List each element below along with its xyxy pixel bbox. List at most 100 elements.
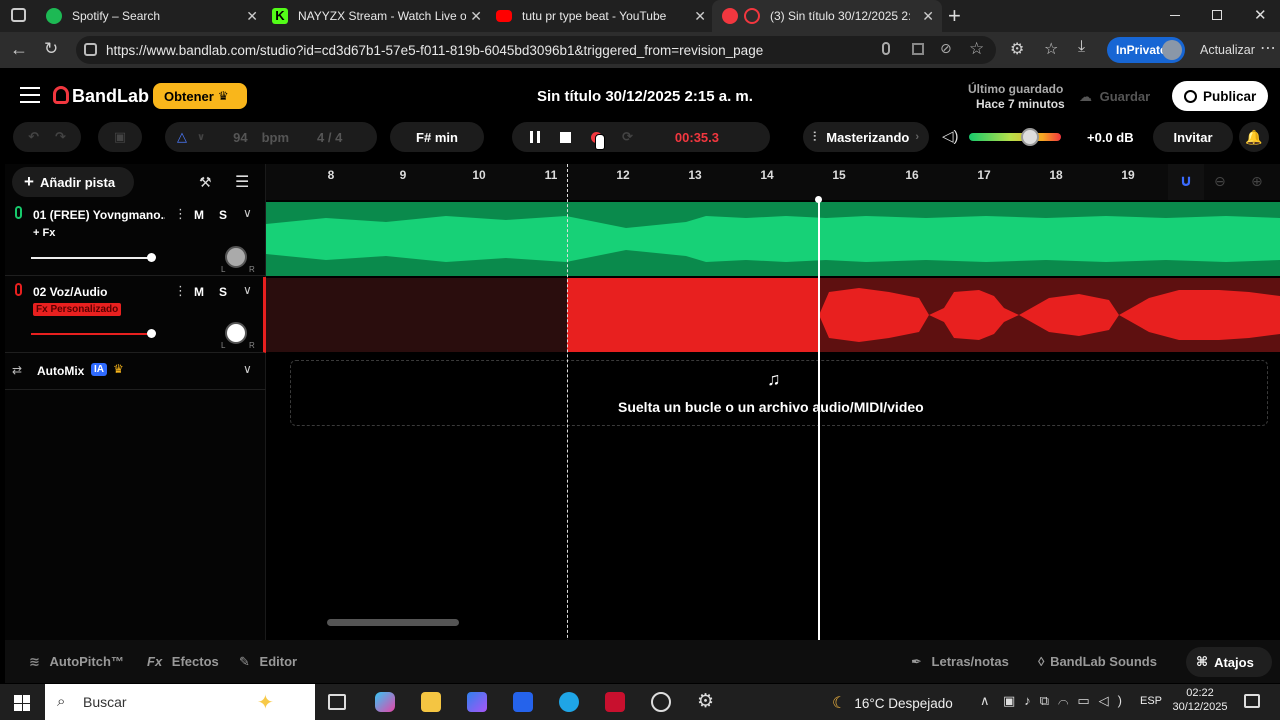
pan-knob[interactable] xyxy=(225,246,247,268)
new-tab-button[interactable]: + xyxy=(948,3,961,29)
track-volume-slider[interactable] xyxy=(31,257,152,259)
chevron-down-icon[interactable]: ∨ xyxy=(243,283,252,297)
edge-icon[interactable] xyxy=(559,692,579,712)
pause-icon[interactable] xyxy=(530,131,540,143)
drop-zone[interactable]: ♫ Suelta un bucle o un archivo audio/MID… xyxy=(290,360,1268,426)
shortcuts-button[interactable]: ⌘ Atajos xyxy=(1186,647,1272,677)
mixer-view-button[interactable]: ▣ xyxy=(98,122,142,152)
settings-gear-icon[interactable]: ⚙ xyxy=(697,690,714,713)
inprivate-badge[interactable]: InPrivate xyxy=(1107,37,1185,63)
horizontal-scrollbar[interactable] xyxy=(327,619,459,626)
refresh-icon[interactable]: ↻ xyxy=(44,39,58,59)
project-title[interactable]: Sin título 30/12/2025 2:15 a. m. xyxy=(537,88,753,105)
chevron-down-icon[interactable]: ∨ xyxy=(243,206,252,220)
time-signature[interactable]: 4 / 4 xyxy=(317,130,342,145)
master-volume-slider[interactable] xyxy=(969,133,1061,141)
url-field[interactable]: https://www.bandlab.com/studio?id=cd3d67… xyxy=(76,36,996,64)
volume-slider-thumb[interactable] xyxy=(1021,128,1039,146)
copilot-icon[interactable] xyxy=(375,692,395,712)
solo-button[interactable]: S xyxy=(219,208,227,222)
restore-button[interactable] xyxy=(1212,10,1222,20)
fx-button[interactable]: + Fx xyxy=(33,227,55,239)
obtener-button[interactable]: Obtener ♛ xyxy=(153,83,247,109)
mcafee-icon[interactable] xyxy=(605,692,625,712)
region-track-2-recording[interactable] xyxy=(567,278,819,352)
close-tab-icon[interactable]: ✕ xyxy=(922,8,934,25)
redo-icon[interactable]: ↷ xyxy=(55,129,66,145)
playhead[interactable] xyxy=(818,198,820,683)
publish-button[interactable]: Publicar xyxy=(1172,81,1268,111)
playhead-handle[interactable] xyxy=(815,196,822,203)
close-tab-icon[interactable]: ✕ xyxy=(694,8,706,25)
stop-icon[interactable] xyxy=(560,131,571,143)
add-track-button[interactable]: + Añadir pista xyxy=(12,167,134,197)
automix-row[interactable]: ⇄ AutoMix IA ♛ ∨ xyxy=(5,354,266,390)
key-button[interactable]: F# min xyxy=(390,122,484,152)
autopitch-button[interactable]: ≋ AutoPitch™ xyxy=(29,654,124,670)
volume-slider-thumb[interactable] xyxy=(147,253,156,262)
volume-icon[interactable]: ◁) xyxy=(942,127,959,145)
favorites-icon[interactable]: ☆ xyxy=(1044,39,1058,59)
more-options-icon[interactable]: ⋮ xyxy=(174,206,187,222)
volume-slider-thumb[interactable] xyxy=(147,329,156,338)
extensions-icon[interactable]: ⚙ xyxy=(1010,39,1024,59)
close-tab-icon[interactable]: ✕ xyxy=(470,8,482,25)
tab-youtube[interactable]: tutu pr type beat - YouTube ✕ xyxy=(486,0,714,32)
invite-button[interactable]: Invitar xyxy=(1153,122,1233,152)
zoom-out-icon[interactable]: ⊖ xyxy=(1214,173,1226,190)
undo-icon[interactable]: ↶ xyxy=(28,129,39,145)
chevron-down-icon[interactable]: ∨ xyxy=(243,362,252,376)
notification-icon[interactable] xyxy=(1244,694,1260,708)
m365-icon[interactable] xyxy=(467,692,487,712)
solo-button[interactable]: S xyxy=(219,285,227,299)
task-view-icon[interactable] xyxy=(328,694,346,710)
tab-kick[interactable]: K NAYYZX Stream - Watch Live on K ✕ xyxy=(262,0,490,32)
update-button[interactable]: Actualizar xyxy=(1200,43,1255,57)
close-window-button[interactable]: ✕ xyxy=(1254,6,1267,24)
tray-icons[interactable]: ▣♪⧉⌒▭◁) xyxy=(1003,693,1131,709)
track-name[interactable]: 01 (FREE) Yovngmano... xyxy=(33,208,165,222)
tab-spotify[interactable]: Spotify – Search ✕ xyxy=(36,0,266,32)
metronome-icon[interactable]: △ xyxy=(177,129,187,145)
snap-magnet-icon[interactable]: ∪ xyxy=(1168,164,1204,200)
minimize-button[interactable] xyxy=(1170,15,1180,16)
track-header-1[interactable]: 01 (FREE) Yovngmano... ⋮ M S ∨ + Fx L R xyxy=(5,200,266,276)
region-track-1[interactable] xyxy=(266,202,1280,276)
track-volume-slider[interactable] xyxy=(31,333,152,335)
reader-icon[interactable] xyxy=(912,43,924,55)
tools-icon[interactable]: ⚒ xyxy=(199,174,212,191)
downloads-icon[interactable]: ⤓ xyxy=(1078,38,1085,56)
tab-bandlab[interactable]: (3) Sin título 30/12/2025 2:15 ✕ xyxy=(712,0,942,32)
favorite-star-icon[interactable]: ☆ xyxy=(969,39,984,59)
track-header-2[interactable]: 02 Voz/Audio ⋮ M S ∨ Fx Personalizado L … xyxy=(5,277,266,353)
windows-start-icon[interactable] xyxy=(14,695,30,711)
mute-button[interactable]: M xyxy=(194,285,204,299)
effects-button[interactable]: Fx Efectos xyxy=(147,654,219,669)
obs-icon[interactable] xyxy=(651,692,671,712)
region-track-2[interactable] xyxy=(819,278,1280,352)
more-options-icon[interactable]: ⋮ xyxy=(174,283,187,299)
file-explorer-icon[interactable] xyxy=(421,692,441,712)
pan-knob[interactable] xyxy=(225,322,247,344)
notifications-bell-icon[interactable]: 🔔 xyxy=(1239,122,1269,152)
chevron-down-icon[interactable]: ∨ xyxy=(197,132,205,143)
tab-actions-icon[interactable] xyxy=(11,8,26,22)
clock[interactable]: 02:22 30/12/2025 xyxy=(1172,687,1228,713)
track-name[interactable]: 02 Voz/Audio xyxy=(33,285,165,299)
timeline[interactable]: 8 9 10 11 12 13 14 15 16 17 18 19 ∪ ⊖ ⊕ xyxy=(266,164,1280,683)
hamburger-menu-icon[interactable] xyxy=(20,87,40,103)
track-settings-icon[interactable]: ☰ xyxy=(235,172,249,192)
bandlab-sounds-button[interactable]: ◊ BandLab Sounds xyxy=(1038,654,1157,669)
weather-widget[interactable]: ☾ 16°C Despejado xyxy=(832,693,953,713)
mute-button[interactable]: M xyxy=(194,208,204,222)
lyrics-button[interactable]: ✒ Letras/notas xyxy=(911,654,1009,670)
site-info-icon[interactable] xyxy=(84,43,97,56)
language-indicator[interactable]: ESP xyxy=(1140,695,1162,707)
store-icon[interactable] xyxy=(513,692,533,712)
mastering-button[interactable]: ⫶ Masterizando › xyxy=(803,122,929,152)
save-button[interactable]: ☁ Guardar xyxy=(1079,89,1150,105)
taskbar-search[interactable]: ⌕ Buscar ✦ xyxy=(45,684,315,720)
zoom-in-icon[interactable]: ⊕ xyxy=(1251,173,1263,190)
fx-custom-badge[interactable]: Fx Personalizado xyxy=(33,303,122,316)
close-tab-icon[interactable]: ✕ xyxy=(246,8,258,25)
